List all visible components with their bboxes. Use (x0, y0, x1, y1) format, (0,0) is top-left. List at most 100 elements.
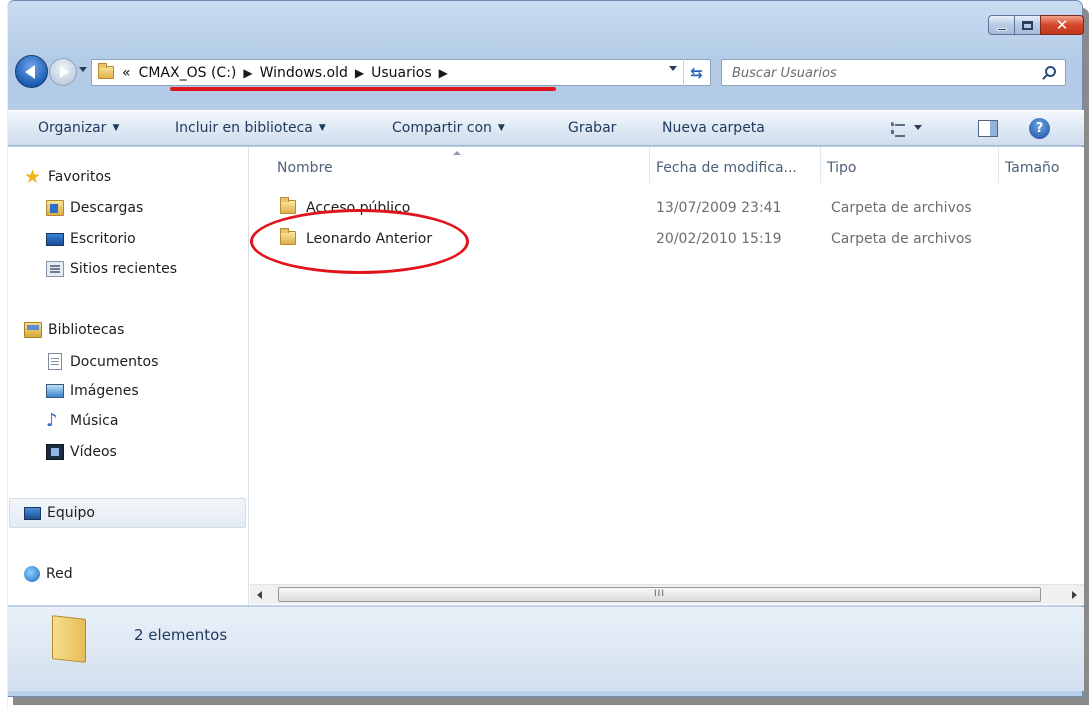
column-divider[interactable] (820, 147, 821, 183)
new-folder-button[interactable]: Nueva carpeta (662, 120, 765, 136)
refresh-button[interactable]: ⇆ (683, 59, 709, 86)
column-divider[interactable] (998, 147, 999, 183)
nav-label: Imágenes (70, 383, 139, 399)
burn-label: Grabar (568, 120, 617, 136)
change-view-icon[interactable] (891, 122, 905, 137)
minimize-icon (996, 27, 1007, 31)
caption-buttons: ✕ (988, 15, 1084, 35)
share-with-menu[interactable]: Compartir con ▼ (392, 120, 505, 136)
document-icon (48, 353, 62, 370)
breadcrumb-overflow[interactable]: « (122, 65, 131, 81)
file-row[interactable]: Acceso público 13/07/2009 23:41 Carpeta … (250, 196, 1084, 222)
file-row[interactable]: Leonardo Anterior 20/02/2010 15:19 Carpe… (250, 227, 1084, 253)
scrollbar-thumb[interactable]: III (278, 587, 1041, 602)
recent-pages-dropdown[interactable] (79, 67, 87, 72)
nav-item-pictures[interactable]: Imágenes (46, 383, 139, 399)
breadcrumb-chevron-icon[interactable]: ▶ (355, 66, 364, 80)
file-type: Carpeta de archivos (831, 200, 972, 216)
breadcrumb-drive[interactable]: CMAX_OS (C:) (139, 65, 237, 81)
view-options-dropdown[interactable] (914, 125, 922, 130)
pictures-icon (46, 384, 64, 398)
minimize-button[interactable] (988, 15, 1015, 35)
burn-button[interactable]: Grabar (568, 120, 616, 136)
new-folder-label: Nueva carpeta (662, 120, 765, 136)
column-header-date[interactable]: Fecha de modifica... (656, 160, 797, 176)
content-area: ★ Favoritos Descargas Escritorio Sitios r… (8, 147, 1084, 606)
refresh-icon: ⇆ (690, 63, 703, 82)
breadcrumb-chevron-icon[interactable]: ▶ (243, 66, 252, 80)
organize-label: Organizar (38, 120, 107, 136)
search-icon[interactable] (1045, 66, 1056, 77)
column-header-size[interactable]: Tamaño (1005, 160, 1059, 176)
address-dropdown[interactable] (669, 66, 677, 71)
command-bar: Organizar ▼ Incluir en biblioteca ▼ Compar… (8, 110, 1084, 146)
nav-label: Bibliotecas (48, 322, 125, 338)
nav-item-computer[interactable]: Equipo (24, 505, 95, 521)
nav-label: Red (46, 566, 73, 582)
annotation-underline (170, 87, 556, 91)
breadcrumb-usuarios[interactable]: Usuarios (371, 65, 432, 81)
computer-icon (24, 506, 41, 520)
scroll-left-icon[interactable] (257, 591, 262, 599)
file-date: 13/07/2009 23:41 (656, 200, 782, 216)
sort-ascending-icon (453, 151, 461, 155)
help-icon[interactable]: ? (1029, 118, 1050, 139)
nav-item-documents[interactable]: Documentos (46, 353, 158, 370)
nav-item-downloads[interactable]: Descargas (46, 200, 143, 216)
address-bar[interactable]: « CMAX_OS (C:) ▶ Windows.old ▶ Usuarios … (91, 59, 711, 86)
downloads-folder-icon (46, 200, 64, 216)
include-library-menu[interactable]: Incluir en biblioteca ▼ (175, 120, 326, 136)
chevron-down-icon: ▼ (497, 123, 505, 133)
maximize-button[interactable] (1014, 15, 1041, 35)
file-type: Carpeta de archivos (831, 231, 972, 247)
chevron-down-icon: ▼ (318, 123, 326, 133)
breadcrumb-windows-old[interactable]: Windows.old (260, 65, 348, 81)
folder-icon (280, 197, 296, 214)
file-date: 20/02/2010 15:19 (656, 231, 782, 247)
item-count: 2 elementos (134, 626, 228, 644)
back-button[interactable] (15, 55, 48, 88)
nav-item-network[interactable]: Red (24, 566, 73, 582)
column-divider[interactable] (649, 147, 650, 183)
desktop-icon (46, 232, 64, 246)
forward-button[interactable] (49, 58, 77, 86)
nav-item-desktop[interactable]: Escritorio (46, 231, 136, 247)
details-pane: 2 elementos (8, 607, 1084, 691)
nav-label: Equipo (47, 505, 95, 521)
navigation-pane: ★ Favoritos Descargas Escritorio Sitios r… (8, 147, 249, 605)
scroll-right-icon[interactable] (1072, 591, 1077, 599)
nav-item-favorites[interactable]: ★ Favoritos (24, 166, 112, 188)
horizontal-scrollbar[interactable]: III (250, 584, 1084, 604)
column-header-type[interactable]: Tipo (827, 160, 856, 176)
search-box[interactable] (721, 59, 1066, 86)
preview-pane-icon[interactable] (978, 120, 998, 137)
nav-item-videos[interactable]: Vídeos (46, 444, 117, 460)
music-icon: ♪ (46, 410, 58, 431)
folder-icon (98, 63, 114, 79)
close-button[interactable]: ✕ (1040, 15, 1084, 35)
organize-menu[interactable]: Organizar ▼ (38, 120, 119, 136)
arrow-left-icon (25, 64, 35, 79)
file-name: Leonardo Anterior (306, 231, 433, 247)
search-input[interactable] (732, 63, 1032, 83)
breadcrumb-chevron-icon[interactable]: ▶ (439, 66, 448, 80)
nav-item-music[interactable]: ♪ Música (46, 410, 119, 431)
close-icon: ✕ (1055, 15, 1069, 34)
star-icon: ★ (24, 166, 42, 188)
nav-label: Escritorio (70, 231, 136, 247)
maximize-icon (1022, 20, 1033, 30)
chevron-down-icon: ▼ (112, 123, 120, 133)
column-header-name[interactable]: Nombre (277, 160, 333, 176)
nav-item-recent-places[interactable]: Sitios recientes (46, 261, 177, 277)
nav-label: Favoritos (48, 169, 112, 185)
nav-label: Documentos (70, 353, 159, 370)
network-icon (24, 566, 40, 582)
nav-label: Música (70, 413, 119, 429)
nav-label: Sitios recientes (70, 261, 177, 277)
include-library-label: Incluir en biblioteca (175, 120, 313, 136)
nav-item-libraries[interactable]: Bibliotecas (24, 322, 124, 338)
folder-icon (52, 615, 86, 663)
libraries-icon (24, 322, 42, 338)
nav-label: Vídeos (70, 444, 117, 460)
file-name: Acceso público (306, 200, 411, 216)
